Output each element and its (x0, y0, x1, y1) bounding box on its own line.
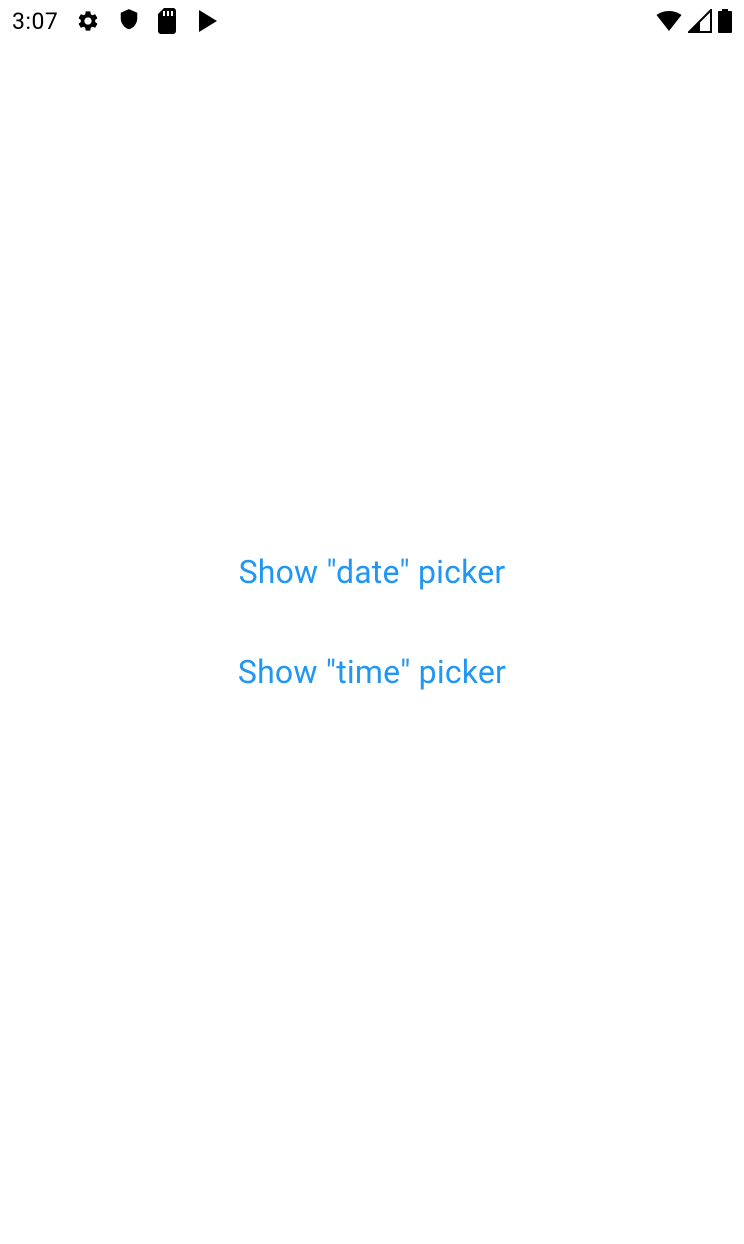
show-date-picker-button[interactable]: Show "date" picker (239, 553, 506, 591)
show-time-picker-button[interactable]: Show "time" picker (238, 653, 506, 691)
main-content: Show "date" picker Show "time" picker (0, 0, 744, 1244)
